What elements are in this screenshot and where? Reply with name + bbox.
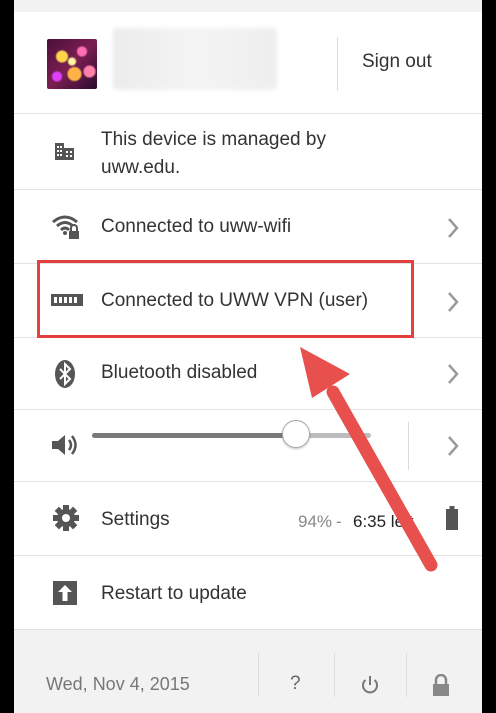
- annotation-arrow: [300, 347, 438, 572]
